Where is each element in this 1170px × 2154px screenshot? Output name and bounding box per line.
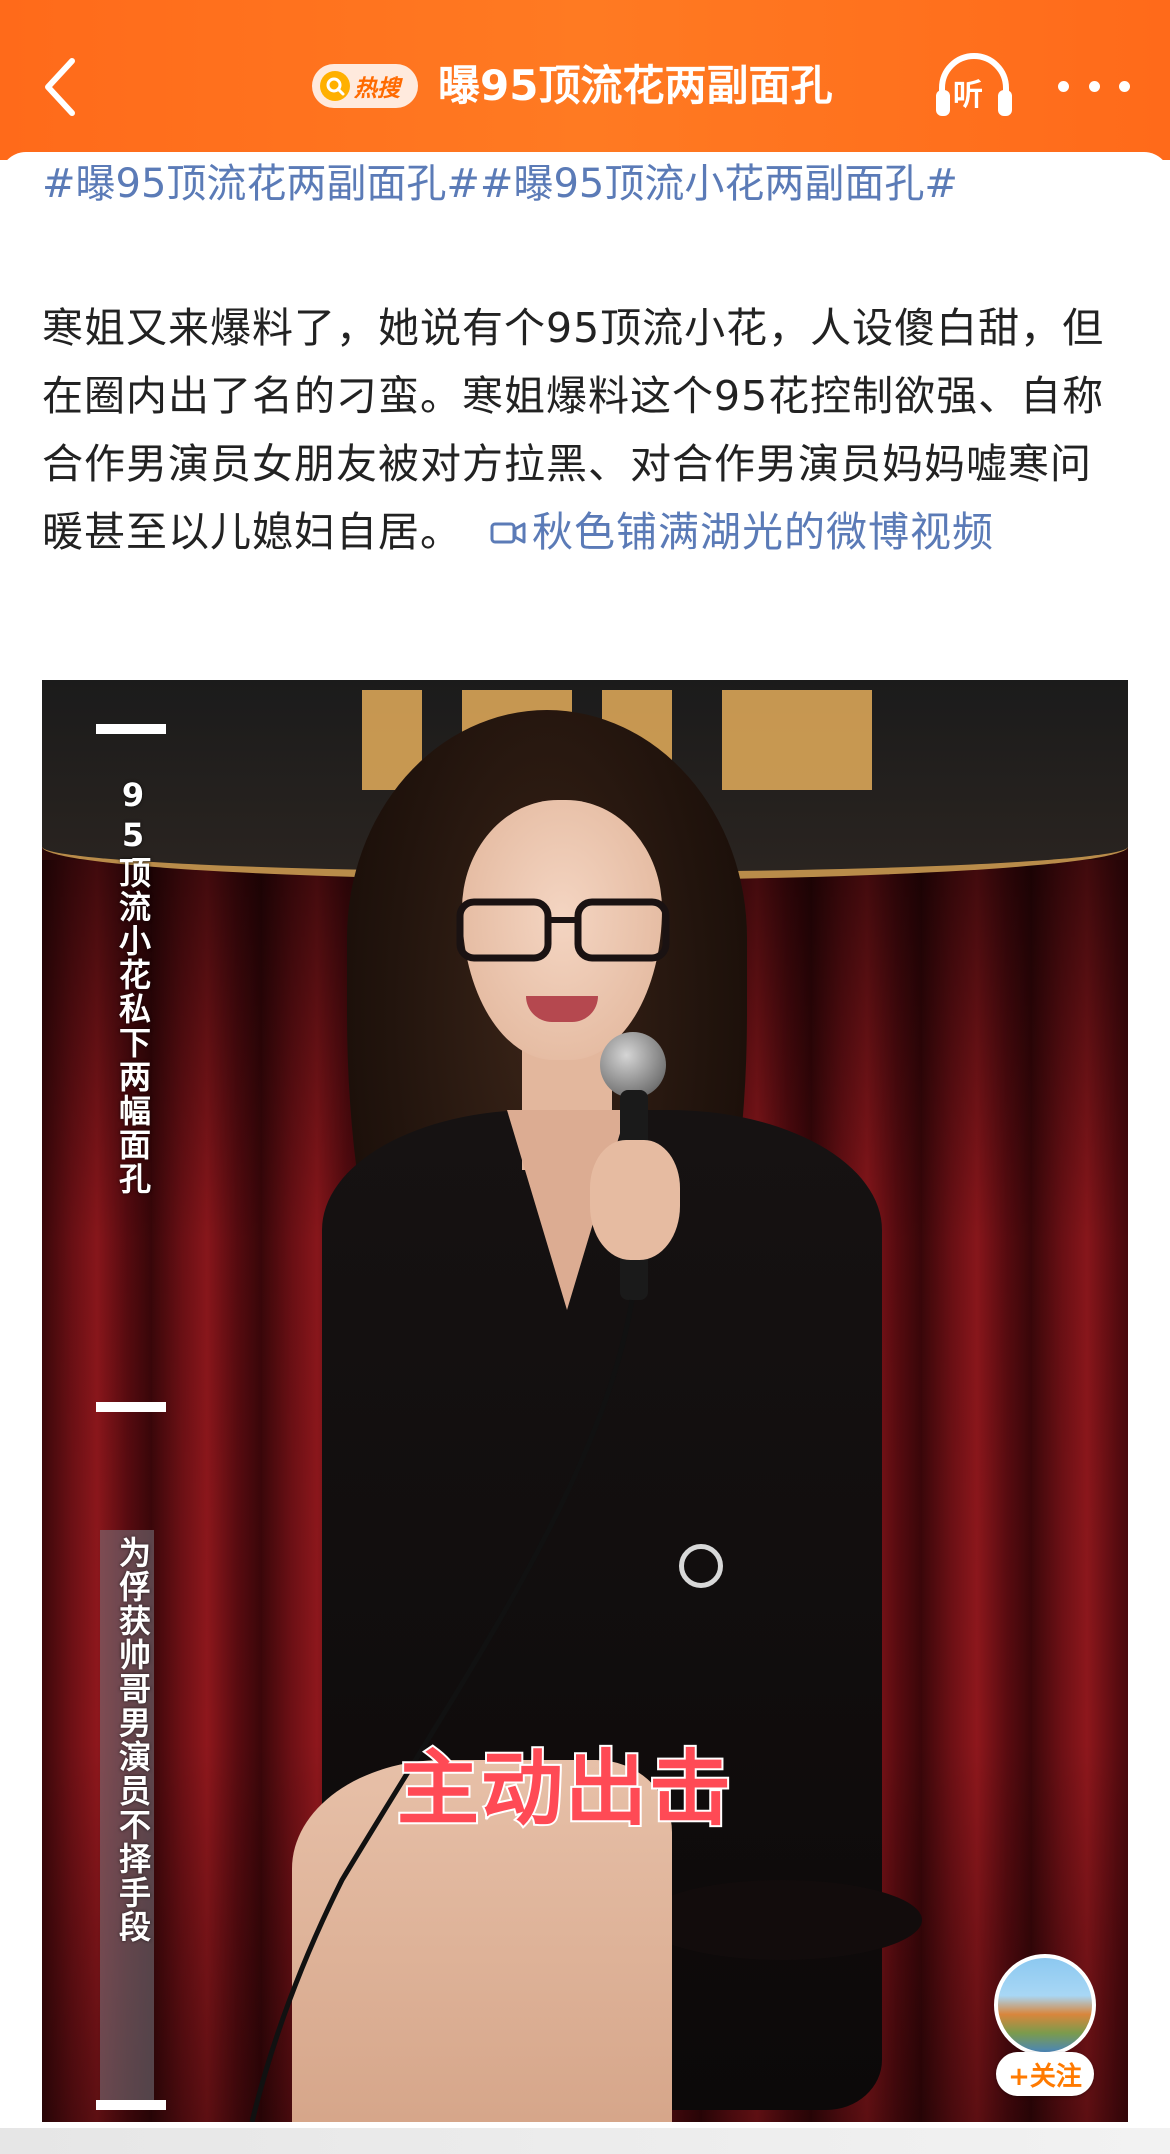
follow-button[interactable]: +关注 xyxy=(996,2052,1094,2096)
post-body: 寒姐又来爆料了，她说有个95顶流小花，人设傻白甜，但在圈内出了名的刁蛮。寒姐爆料… xyxy=(42,294,1132,566)
dot-icon xyxy=(1088,80,1100,92)
video-link[interactable]: 秋色铺满湖光的微博视频 xyxy=(462,508,994,556)
back-button[interactable] xyxy=(30,52,90,122)
video-link-label: 秋色铺满湖光的微博视频 xyxy=(532,508,994,556)
dot-icon xyxy=(1058,80,1069,92)
top-bar: 热搜 曝95顶流花两副面孔 听 xyxy=(0,0,1170,160)
hot-search-badge: 热搜 xyxy=(312,64,418,108)
dot-icon xyxy=(1119,80,1130,92)
chevron-left-icon xyxy=(45,58,75,116)
video-camera-icon xyxy=(490,522,526,544)
more-options-button[interactable] xyxy=(1058,68,1130,104)
search-icon xyxy=(320,71,350,101)
avatar[interactable] xyxy=(994,1954,1096,2056)
page-title: 曝95顶流花两副面孔 xyxy=(438,61,833,110)
video-progress-strip xyxy=(0,2128,1170,2154)
caption-bottom: 为俘获帅哥男演员不择手段 xyxy=(114,1536,152,1944)
follow-widget[interactable]: +关注 xyxy=(990,1950,1100,2102)
hot-badge-label: 热搜 xyxy=(354,76,400,102)
topic-hashtags[interactable]: #曝95顶流花两副面孔##曝95顶流小花两副面孔# xyxy=(42,156,1142,212)
microphone-cable xyxy=(249,1299,635,2122)
caption-top: 95顶流小花私下两幅面孔 xyxy=(114,776,152,1196)
video-subtitle: 主动出击 xyxy=(395,1740,734,1839)
listen-button[interactable]: 听 xyxy=(932,50,1016,120)
listen-label: 听 xyxy=(953,78,983,113)
video-player[interactable]: 95顶流小花私下两幅面孔 为俘获帅哥男演员不择手段 主动出击 xyxy=(42,680,1128,2122)
